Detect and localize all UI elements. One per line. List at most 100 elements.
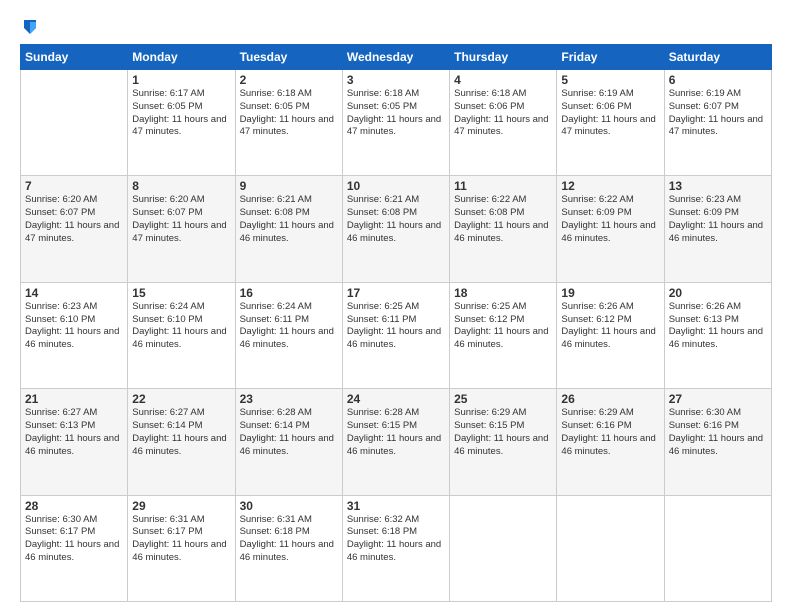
day-number: 19 bbox=[561, 286, 659, 300]
day-number: 13 bbox=[669, 179, 767, 193]
day-number: 20 bbox=[669, 286, 767, 300]
day-info: Sunrise: 6:26 AMSunset: 6:12 PMDaylight:… bbox=[561, 301, 659, 352]
day-number: 9 bbox=[240, 179, 338, 193]
calendar-day-cell: 25Sunrise: 6:29 AMSunset: 6:15 PMDayligh… bbox=[450, 389, 557, 495]
calendar-day-cell: 13Sunrise: 6:23 AMSunset: 6:09 PMDayligh… bbox=[664, 176, 771, 282]
calendar-day-cell: 6Sunrise: 6:19 AMSunset: 6:07 PMDaylight… bbox=[664, 70, 771, 176]
day-number: 22 bbox=[132, 392, 230, 406]
day-info: Sunrise: 6:19 AMSunset: 6:06 PMDaylight:… bbox=[561, 88, 659, 139]
calendar-day-cell: 2Sunrise: 6:18 AMSunset: 6:05 PMDaylight… bbox=[235, 70, 342, 176]
calendar-day-cell: 28Sunrise: 6:30 AMSunset: 6:17 PMDayligh… bbox=[21, 495, 128, 601]
day-number: 18 bbox=[454, 286, 552, 300]
calendar-day-cell: 5Sunrise: 6:19 AMSunset: 6:06 PMDaylight… bbox=[557, 70, 664, 176]
day-info: Sunrise: 6:17 AMSunset: 6:05 PMDaylight:… bbox=[132, 88, 230, 139]
day-number: 14 bbox=[25, 286, 123, 300]
calendar-day-cell: 18Sunrise: 6:25 AMSunset: 6:12 PMDayligh… bbox=[450, 282, 557, 388]
calendar-day-cell: 14Sunrise: 6:23 AMSunset: 6:10 PMDayligh… bbox=[21, 282, 128, 388]
calendar-day-cell: 1Sunrise: 6:17 AMSunset: 6:05 PMDaylight… bbox=[128, 70, 235, 176]
day-number: 17 bbox=[347, 286, 445, 300]
calendar-day-cell: 12Sunrise: 6:22 AMSunset: 6:09 PMDayligh… bbox=[557, 176, 664, 282]
calendar-day-cell: 29Sunrise: 6:31 AMSunset: 6:17 PMDayligh… bbox=[128, 495, 235, 601]
day-number: 6 bbox=[669, 73, 767, 87]
calendar-day-cell: 11Sunrise: 6:22 AMSunset: 6:08 PMDayligh… bbox=[450, 176, 557, 282]
calendar-day-cell: 27Sunrise: 6:30 AMSunset: 6:16 PMDayligh… bbox=[664, 389, 771, 495]
day-info: Sunrise: 6:31 AMSunset: 6:18 PMDaylight:… bbox=[240, 514, 338, 565]
calendar-day-header: Wednesday bbox=[342, 45, 449, 70]
calendar-day-cell: 24Sunrise: 6:28 AMSunset: 6:15 PMDayligh… bbox=[342, 389, 449, 495]
day-info: Sunrise: 6:19 AMSunset: 6:07 PMDaylight:… bbox=[669, 88, 767, 139]
day-number: 15 bbox=[132, 286, 230, 300]
calendar-week-row: 14Sunrise: 6:23 AMSunset: 6:10 PMDayligh… bbox=[21, 282, 772, 388]
calendar-day-cell: 7Sunrise: 6:20 AMSunset: 6:07 PMDaylight… bbox=[21, 176, 128, 282]
day-number: 8 bbox=[132, 179, 230, 193]
calendar-day-cell: 8Sunrise: 6:20 AMSunset: 6:07 PMDaylight… bbox=[128, 176, 235, 282]
day-info: Sunrise: 6:24 AMSunset: 6:10 PMDaylight:… bbox=[132, 301, 230, 352]
calendar-day-header: Tuesday bbox=[235, 45, 342, 70]
day-info: Sunrise: 6:22 AMSunset: 6:08 PMDaylight:… bbox=[454, 194, 552, 245]
day-number: 3 bbox=[347, 73, 445, 87]
day-info: Sunrise: 6:28 AMSunset: 6:15 PMDaylight:… bbox=[347, 407, 445, 458]
day-number: 12 bbox=[561, 179, 659, 193]
calendar-week-row: 21Sunrise: 6:27 AMSunset: 6:13 PMDayligh… bbox=[21, 389, 772, 495]
day-number: 29 bbox=[132, 499, 230, 513]
logo-icon bbox=[22, 18, 38, 36]
day-number: 5 bbox=[561, 73, 659, 87]
calendar-week-row: 1Sunrise: 6:17 AMSunset: 6:05 PMDaylight… bbox=[21, 70, 772, 176]
day-info: Sunrise: 6:23 AMSunset: 6:09 PMDaylight:… bbox=[669, 194, 767, 245]
calendar-day-cell: 16Sunrise: 6:24 AMSunset: 6:11 PMDayligh… bbox=[235, 282, 342, 388]
day-info: Sunrise: 6:22 AMSunset: 6:09 PMDaylight:… bbox=[561, 194, 659, 245]
day-info: Sunrise: 6:21 AMSunset: 6:08 PMDaylight:… bbox=[240, 194, 338, 245]
calendar-day-header: Sunday bbox=[21, 45, 128, 70]
calendar-day-cell bbox=[557, 495, 664, 601]
day-info: Sunrise: 6:18 AMSunset: 6:05 PMDaylight:… bbox=[240, 88, 338, 139]
day-info: Sunrise: 6:29 AMSunset: 6:15 PMDaylight:… bbox=[454, 407, 552, 458]
day-info: Sunrise: 6:23 AMSunset: 6:10 PMDaylight:… bbox=[25, 301, 123, 352]
day-number: 16 bbox=[240, 286, 338, 300]
calendar-day-cell bbox=[664, 495, 771, 601]
day-info: Sunrise: 6:25 AMSunset: 6:12 PMDaylight:… bbox=[454, 301, 552, 352]
calendar-week-row: 28Sunrise: 6:30 AMSunset: 6:17 PMDayligh… bbox=[21, 495, 772, 601]
day-info: Sunrise: 6:21 AMSunset: 6:08 PMDaylight:… bbox=[347, 194, 445, 245]
calendar-day-cell: 10Sunrise: 6:21 AMSunset: 6:08 PMDayligh… bbox=[342, 176, 449, 282]
calendar-day-cell: 31Sunrise: 6:32 AMSunset: 6:18 PMDayligh… bbox=[342, 495, 449, 601]
day-number: 4 bbox=[454, 73, 552, 87]
day-info: Sunrise: 6:28 AMSunset: 6:14 PMDaylight:… bbox=[240, 407, 338, 458]
day-info: Sunrise: 6:25 AMSunset: 6:11 PMDaylight:… bbox=[347, 301, 445, 352]
day-info: Sunrise: 6:26 AMSunset: 6:13 PMDaylight:… bbox=[669, 301, 767, 352]
calendar-day-cell: 23Sunrise: 6:28 AMSunset: 6:14 PMDayligh… bbox=[235, 389, 342, 495]
day-info: Sunrise: 6:30 AMSunset: 6:17 PMDaylight:… bbox=[25, 514, 123, 565]
day-number: 27 bbox=[669, 392, 767, 406]
day-number: 1 bbox=[132, 73, 230, 87]
day-number: 24 bbox=[347, 392, 445, 406]
day-info: Sunrise: 6:20 AMSunset: 6:07 PMDaylight:… bbox=[25, 194, 123, 245]
calendar-week-row: 7Sunrise: 6:20 AMSunset: 6:07 PMDaylight… bbox=[21, 176, 772, 282]
calendar-day-cell: 21Sunrise: 6:27 AMSunset: 6:13 PMDayligh… bbox=[21, 389, 128, 495]
day-number: 26 bbox=[561, 392, 659, 406]
day-number: 25 bbox=[454, 392, 552, 406]
calendar-day-header: Saturday bbox=[664, 45, 771, 70]
day-info: Sunrise: 6:29 AMSunset: 6:16 PMDaylight:… bbox=[561, 407, 659, 458]
day-number: 21 bbox=[25, 392, 123, 406]
day-info: Sunrise: 6:18 AMSunset: 6:06 PMDaylight:… bbox=[454, 88, 552, 139]
day-info: Sunrise: 6:31 AMSunset: 6:17 PMDaylight:… bbox=[132, 514, 230, 565]
calendar-day-header: Thursday bbox=[450, 45, 557, 70]
calendar-day-cell: 30Sunrise: 6:31 AMSunset: 6:18 PMDayligh… bbox=[235, 495, 342, 601]
day-info: Sunrise: 6:30 AMSunset: 6:16 PMDaylight:… bbox=[669, 407, 767, 458]
calendar-table: SundayMondayTuesdayWednesdayThursdayFrid… bbox=[20, 44, 772, 602]
day-number: 10 bbox=[347, 179, 445, 193]
day-info: Sunrise: 6:32 AMSunset: 6:18 PMDaylight:… bbox=[347, 514, 445, 565]
calendar-day-cell: 9Sunrise: 6:21 AMSunset: 6:08 PMDaylight… bbox=[235, 176, 342, 282]
day-info: Sunrise: 6:18 AMSunset: 6:05 PMDaylight:… bbox=[347, 88, 445, 139]
calendar-day-header: Monday bbox=[128, 45, 235, 70]
day-number: 2 bbox=[240, 73, 338, 87]
header bbox=[20, 18, 772, 36]
day-info: Sunrise: 6:24 AMSunset: 6:11 PMDaylight:… bbox=[240, 301, 338, 352]
day-info: Sunrise: 6:20 AMSunset: 6:07 PMDaylight:… bbox=[132, 194, 230, 245]
day-info: Sunrise: 6:27 AMSunset: 6:14 PMDaylight:… bbox=[132, 407, 230, 458]
calendar-day-cell: 22Sunrise: 6:27 AMSunset: 6:14 PMDayligh… bbox=[128, 389, 235, 495]
calendar-day-cell bbox=[450, 495, 557, 601]
calendar-day-cell: 19Sunrise: 6:26 AMSunset: 6:12 PMDayligh… bbox=[557, 282, 664, 388]
page: SundayMondayTuesdayWednesdayThursdayFrid… bbox=[0, 0, 792, 612]
calendar-day-cell bbox=[21, 70, 128, 176]
calendar-day-cell: 15Sunrise: 6:24 AMSunset: 6:10 PMDayligh… bbox=[128, 282, 235, 388]
